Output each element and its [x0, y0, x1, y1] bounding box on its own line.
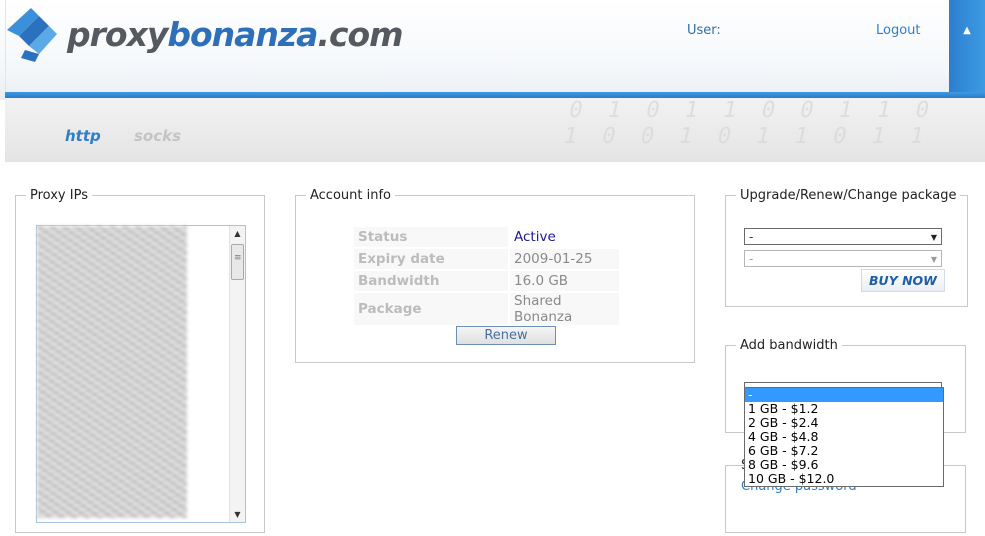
protocol-tabs: 0 1 0 1 1 0 0 1 1 01 0 0 1 0 1 1 0 1 1 h… [5, 98, 985, 162]
chevron-down-icon: ▼ [930, 233, 937, 242]
table-row: Status Active [354, 227, 619, 247]
package-select[interactable]: - ▼ [744, 228, 942, 245]
chevron-up-icon: ▲ [963, 25, 971, 36]
buy-now-button[interactable]: BUY NOW [861, 269, 945, 292]
proxy-ip-list[interactable]: ▲ ▼ [36, 225, 246, 523]
package-select-value: - [749, 230, 754, 244]
proxy-list-scrollbar[interactable]: ▲ ▼ [229, 226, 245, 522]
logout-link[interactable]: Logout [876, 23, 921, 38]
bandwidth-option[interactable]: 2 GB - $2.4 [745, 416, 943, 430]
account-info-legend: Account info [310, 188, 392, 203]
scroll-up-arrow-icon[interactable]: ▲ [230, 226, 245, 241]
package-duration-select-value: - [749, 252, 754, 266]
package-label: Package [354, 293, 508, 325]
header: proxybonanza.com User: Logout ▲ [0, 0, 985, 100]
status-label: Status [354, 227, 508, 247]
bandwidth-option[interactable]: 8 GB - $9.6 [745, 458, 943, 472]
upgrade-package-legend: Upgrade/Renew/Change package [740, 188, 957, 203]
bandwidth-dropdown-list[interactable]: - 1 GB - $1.2 2 GB - $2.4 4 GB - $4.8 6 … [744, 387, 944, 487]
bandwidth-option[interactable]: 4 GB - $4.8 [745, 430, 943, 444]
expiry-date-value: 2009-01-25 [510, 249, 619, 269]
proxy-ip-list-blurred-content [37, 226, 187, 518]
logo-text-part3: .com [317, 14, 403, 54]
logo-icon [7, 8, 57, 62]
table-row: Expiry date 2009-01-25 [354, 249, 619, 269]
bandwidth-value: 16.0 GB [510, 271, 619, 291]
package-duration-select[interactable]: - ▼ [744, 250, 942, 267]
tab-socks[interactable]: socks [134, 127, 181, 145]
user-label: User: [687, 23, 721, 38]
logo[interactable]: proxybonanza.com [5, 4, 404, 64]
bandwidth-option[interactable]: - [745, 388, 943, 402]
table-row: Package Shared Bonanza [354, 293, 619, 325]
scrollbar-thumb[interactable] [231, 244, 244, 280]
upgrade-package-panel: Upgrade/Renew/Change package - ▼ - ▼ BUY… [725, 188, 968, 307]
binary-background-decoration: 0 1 0 1 1 0 0 1 1 01 0 0 1 0 1 1 0 1 1 [560, 98, 938, 149]
bandwidth-option[interactable]: 6 GB - $7.2 [745, 444, 943, 458]
bandwidth-label: Bandwidth [354, 271, 508, 291]
logo-text-part2: bonanza [167, 14, 318, 54]
tab-http[interactable]: http [65, 127, 101, 145]
proxy-ips-legend: Proxy IPs [30, 188, 88, 203]
proxy-ips-panel: Proxy IPs ▲ ▼ [15, 188, 265, 533]
logo-text: proxybonanza.com [67, 14, 404, 54]
logo-text-part1: proxy [67, 14, 168, 54]
scroll-down-arrow-icon[interactable]: ▼ [230, 507, 245, 522]
expiry-date-label: Expiry date [354, 249, 508, 269]
account-info-panel: Account info Status Active Expiry date 2… [295, 188, 695, 363]
account-info-table: Status Active Expiry date 2009-01-25 Ban… [352, 225, 621, 327]
bandwidth-option[interactable]: 1 GB - $1.2 [745, 402, 943, 416]
renew-button[interactable]: Renew [456, 326, 556, 345]
package-value: Shared Bonanza [510, 293, 619, 325]
scroll-top-button[interactable]: ▲ [949, 0, 985, 92]
chevron-down-icon: ▼ [930, 255, 937, 264]
status-value: Active [510, 227, 619, 247]
table-row: Bandwidth 16.0 GB [354, 271, 619, 291]
add-bandwidth-legend: Add bandwidth [740, 338, 838, 353]
bandwidth-option[interactable]: 10 GB - $12.0 [745, 472, 943, 486]
